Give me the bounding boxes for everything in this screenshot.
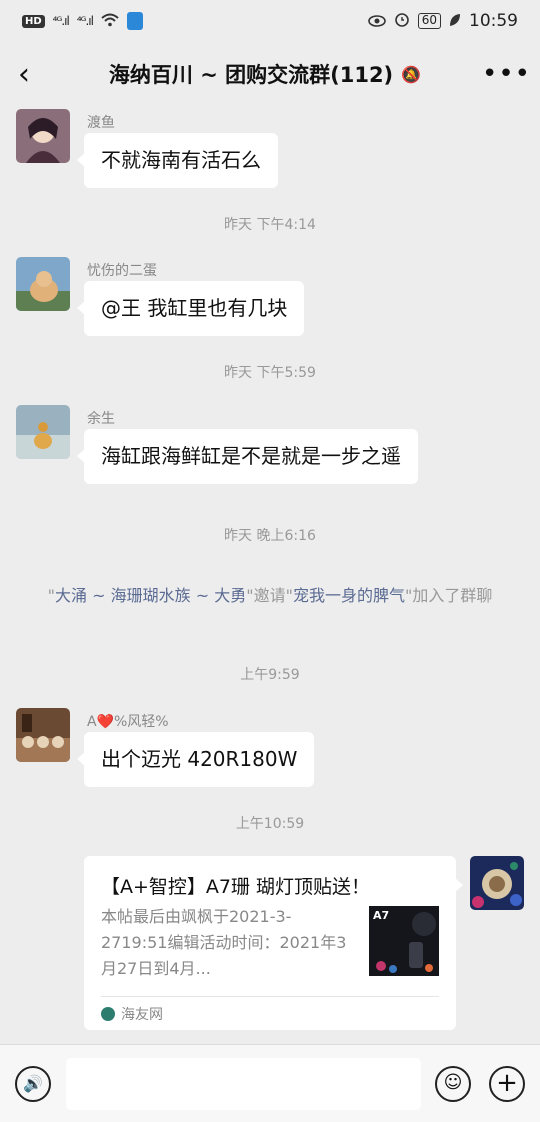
nav-bar: ‹ 海纳百川 ~ 团购交流群(112) 🔕 ••• <box>0 42 540 106</box>
battery-icon: 60 <box>417 13 441 29</box>
avatar[interactable] <box>16 109 70 163</box>
alarm-icon <box>394 11 410 31</box>
voice-icon[interactable]: 🔊 <box>15 1066 51 1102</box>
inviter-name[interactable]: 大涌 ~ 海珊瑚水族 ~ 大勇 <box>55 586 246 605</box>
my-avatar[interactable] <box>470 856 524 910</box>
quote: " <box>47 586 56 605</box>
card-divider <box>101 996 439 997</box>
card-source: 海友网 <box>101 1004 163 1024</box>
status-bar: HD ⁴ᴳ.ıl ⁴ᴳ.ıl 60 10:59 <box>0 0 540 42</box>
sender-name: 忧伤的二蛋 <box>87 263 157 279</box>
emoji-icon[interactable]: ☺ <box>435 1066 471 1102</box>
source-logo-icon <box>101 1007 115 1021</box>
message-bubble[interactable]: 出个迈光 420R180W <box>76 732 315 787</box>
message-bubble[interactable]: @王 我缸里也有几块 <box>76 281 305 336</box>
timestamp: 昨天 晚上6:16 <box>224 528 316 544</box>
timestamp: 上午10:59 <box>235 816 305 832</box>
system-message: "大涌 ~ 海珊瑚水族 ~ 大勇"邀请"宠我一身的脾气"加入了群聊 <box>40 583 500 608</box>
card-title: 【A+智控】A7珊 瑚灯顶贴送！ <box>101 876 371 898</box>
timestamp: 昨天 下午5:59 <box>224 365 316 381</box>
card-description: 本帖最后由飒枫于2021-3-2719:51编辑活动时间：2021年3月27日到… <box>101 907 347 978</box>
message-bubble[interactable]: 不就海南有活石么 <box>77 133 278 188</box>
avatar[interactable] <box>16 257 70 311</box>
signal-icon-2: ⁴ᴳ.ıl <box>76 14 94 28</box>
joined-text: "加入了群聊 <box>404 586 493 605</box>
status-left: HD ⁴ᴳ.ıl ⁴ᴳ.ıl <box>22 12 143 31</box>
shield-icon <box>126 12 143 30</box>
plus-icon[interactable]: + <box>489 1066 525 1102</box>
chevron-left-icon[interactable]: ‹ <box>18 57 48 92</box>
card-source-name: 海友网 <box>121 1007 163 1023</box>
signal-icon: ⁴ᴳ.ıl <box>52 14 70 28</box>
eye-icon <box>367 12 386 31</box>
wifi-icon <box>101 12 119 31</box>
input-bar: 🔊 ☺ + <box>0 1044 540 1122</box>
card-thumbnail: A7 <box>369 906 439 976</box>
avatar[interactable] <box>16 708 70 762</box>
sender-name: 余生 <box>87 411 115 427</box>
status-right: 60 10:59 <box>367 11 518 31</box>
hd-indicator: HD <box>22 14 45 28</box>
sender-name: A❤️%风轻% <box>87 714 169 730</box>
leaf-icon <box>449 12 461 31</box>
chat-title-text: 海纳百川 ~ 团购交流群(112) <box>108 63 394 87</box>
card-thumb-label: A7 <box>373 909 390 922</box>
sender-name: 渡鱼 <box>87 115 115 131</box>
avatar[interactable] <box>16 405 70 459</box>
more-icon[interactable]: ••• <box>482 59 530 89</box>
message-bubble[interactable]: 海缸跟海鲜缸是不是就是一步之遥 <box>77 429 418 484</box>
chat-title: 海纳百川 ~ 团购交流群(112) 🔕 <box>48 59 482 89</box>
invite-text: "邀请" <box>246 586 293 605</box>
bell-off-icon: 🔕 <box>401 64 422 84</box>
message-input[interactable] <box>66 1058 421 1110</box>
link-card[interactable]: 【A+智控】A7珊 瑚灯顶贴送！ 本帖最后由飒枫于2021-3-2719:51编… <box>84 856 463 1030</box>
invitee-name[interactable]: 宠我一身的脾气 <box>293 586 405 605</box>
clock-time: 10:59 <box>469 11 518 31</box>
timestamp: 昨天 下午4:14 <box>224 217 316 233</box>
timestamp: 上午9:59 <box>240 667 300 683</box>
